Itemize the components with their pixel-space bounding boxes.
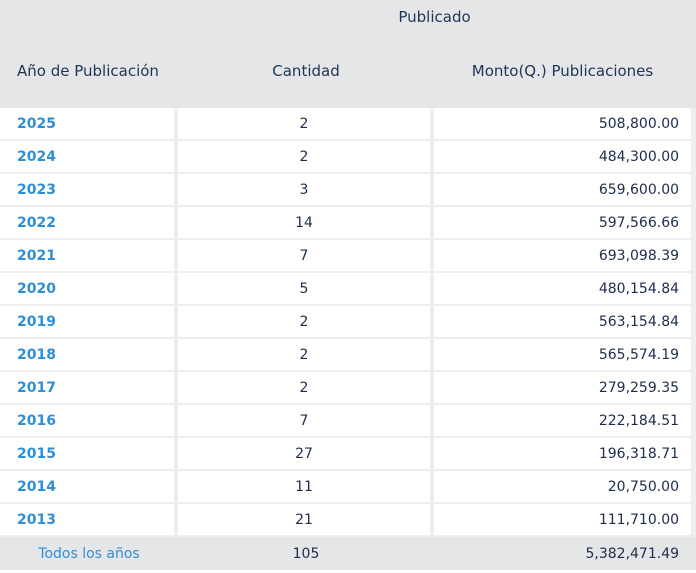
quantity-cell: 2 <box>178 108 434 141</box>
amount-cell: 659,600.00 <box>434 174 692 207</box>
table-row: 2016 7 222,184.51 <box>0 405 696 438</box>
quantity-cell: 5 <box>178 273 434 306</box>
table-footer: Todos los años 105 5,382,471.49 <box>0 537 696 570</box>
quantity-cell: 14 <box>178 207 434 240</box>
row-edge <box>691 471 696 504</box>
row-edge <box>691 108 696 141</box>
table-body: 2025 2 508,800.00 2024 2 484,300.00 2023 3 659,6… <box>0 108 696 537</box>
quantity-cell: 7 <box>178 405 434 438</box>
year-link[interactable]: 2023 <box>0 174 178 207</box>
year-link[interactable]: 2025 <box>0 108 178 141</box>
quantity-cell: 3 <box>178 174 434 207</box>
quantity-cell: 2 <box>178 339 434 372</box>
row-edge <box>691 372 696 405</box>
quantity-cell: 27 <box>178 438 434 471</box>
row-edge <box>691 339 696 372</box>
table-row: 2019 2 563,154.84 <box>0 306 696 339</box>
year-link[interactable]: 2022 <box>0 207 178 240</box>
row-edge <box>691 207 696 240</box>
amount-cell: 279,259.35 <box>434 372 692 405</box>
quantity-cell: 2 <box>178 372 434 405</box>
table-row: 2021 7 693,098.39 <box>0 240 696 273</box>
quantity-cell: 7 <box>178 240 434 273</box>
header-group-edge <box>691 0 696 34</box>
column-header-quantity[interactable]: Cantidad <box>178 34 434 108</box>
table-row: 2014 11 20,750.00 <box>0 471 696 504</box>
header-columns-row: Año de Publicación Cantidad Monto(Q.) Pu… <box>0 34 696 108</box>
header-group-spacer <box>0 0 178 34</box>
amount-cell: 222,184.51 <box>434 405 692 438</box>
header-group-row: Publicado <box>0 0 696 34</box>
table-row: 2018 2 565,574.19 <box>0 339 696 372</box>
amount-cell: 20,750.00 <box>434 471 692 504</box>
year-link[interactable]: 2016 <box>0 405 178 438</box>
amount-cell: 484,300.00 <box>434 141 692 174</box>
amount-cell: 480,154.84 <box>434 273 692 306</box>
amount-cell: 563,154.84 <box>434 306 692 339</box>
table-row: 2025 2 508,800.00 <box>0 108 696 141</box>
row-edge <box>691 240 696 273</box>
table-row: 2024 2 484,300.00 <box>0 141 696 174</box>
amount-cell: 693,098.39 <box>434 240 692 273</box>
year-link[interactable]: 2020 <box>0 273 178 306</box>
year-link[interactable]: 2017 <box>0 372 178 405</box>
row-edge <box>691 273 696 306</box>
table-row: 2013 21 111,710.00 <box>0 504 696 537</box>
column-header-year[interactable]: Año de Publicación <box>0 34 178 108</box>
table-row: 2022 14 597,566.66 <box>0 207 696 240</box>
quantity-cell: 11 <box>178 471 434 504</box>
amount-cell: 597,566.66 <box>434 207 692 240</box>
year-link[interactable]: 2019 <box>0 306 178 339</box>
table-row: 2020 5 480,154.84 <box>0 273 696 306</box>
quantity-cell: 21 <box>178 504 434 537</box>
column-header-edge <box>691 34 696 108</box>
publications-by-year-table: Publicado Año de Publicación Cantidad Mo… <box>0 0 696 570</box>
year-link[interactable]: 2014 <box>0 471 178 504</box>
year-link[interactable]: 2013 <box>0 504 178 537</box>
all-years-link[interactable]: Todos los años <box>0 537 178 570</box>
table-row: 2017 2 279,259.35 <box>0 372 696 405</box>
table-header: Publicado Año de Publicación Cantidad Mo… <box>0 0 696 108</box>
year-link[interactable]: 2015 <box>0 438 178 471</box>
row-edge <box>691 141 696 174</box>
row-edge <box>691 306 696 339</box>
year-link[interactable]: 2021 <box>0 240 178 273</box>
row-edge <box>691 504 696 537</box>
column-header-amount[interactable]: Monto(Q.) Publicaciones <box>434 34 692 108</box>
table-row: 2015 27 196,318.71 <box>0 438 696 471</box>
total-amount: 5,382,471.49 <box>434 537 692 570</box>
row-edge <box>691 438 696 471</box>
table-row: 2023 3 659,600.00 <box>0 174 696 207</box>
publications-table-container: Publicado Año de Publicación Cantidad Mo… <box>0 0 696 573</box>
amount-cell: 111,710.00 <box>434 504 692 537</box>
row-edge <box>691 174 696 207</box>
quantity-cell: 2 <box>178 141 434 174</box>
header-group-published: Publicado <box>178 0 692 34</box>
amount-cell: 508,800.00 <box>434 108 692 141</box>
year-link[interactable]: 2024 <box>0 141 178 174</box>
row-edge <box>691 405 696 438</box>
quantity-cell: 2 <box>178 306 434 339</box>
amount-cell: 565,574.19 <box>434 339 692 372</box>
amount-cell: 196,318.71 <box>434 438 692 471</box>
totals-row: Todos los años 105 5,382,471.49 <box>0 537 696 570</box>
totals-edge <box>691 537 696 570</box>
year-link[interactable]: 2018 <box>0 339 178 372</box>
total-quantity: 105 <box>178 537 434 570</box>
